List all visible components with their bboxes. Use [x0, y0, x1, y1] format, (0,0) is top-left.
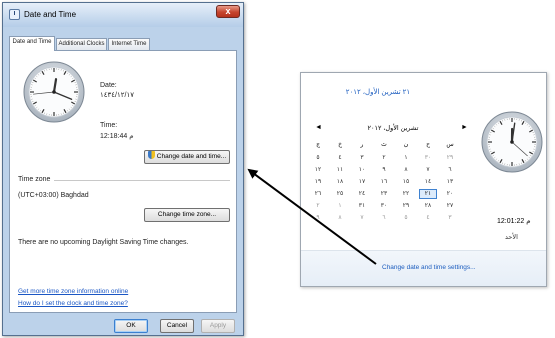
- calendar-day[interactable]: ٩: [309, 213, 327, 223]
- change-date-time-label: Change date and time...: [156, 153, 227, 160]
- ok-button[interactable]: OK: [114, 319, 148, 333]
- how-set-clock-link[interactable]: How do I set the clock and time zone?: [18, 300, 128, 307]
- change-time-zone-button[interactable]: Change time zone...: [144, 208, 230, 222]
- calendar-day[interactable]: ٨: [397, 165, 415, 175]
- calendar-day[interactable]: ٦: [375, 213, 393, 223]
- calendar-day[interactable]: ١٠: [353, 165, 371, 175]
- dialog-button-bar: OK Cancel Apply: [9, 316, 237, 335]
- calendar-day[interactable]: ١٤: [419, 177, 437, 187]
- calendar-day[interactable]: ١٥: [397, 177, 415, 187]
- calendar-day[interactable]: ١: [397, 153, 415, 163]
- timezone-divider: [54, 180, 230, 181]
- calendar-day[interactable]: ٣: [441, 213, 459, 223]
- flyout-footer: Change date and time settings...: [301, 250, 546, 286]
- calendar-day-today[interactable]: ٢١: [419, 189, 437, 199]
- time-value: 12:18:44 م: [100, 133, 134, 140]
- date-value: ١٤٣٤/١٢/١٧: [100, 92, 134, 99]
- calendar-day[interactable]: ٤: [419, 213, 437, 223]
- dialog-title: Date and Time: [24, 10, 77, 19]
- uac-shield-icon: [147, 151, 155, 159]
- calendar-day[interactable]: ١٩: [309, 177, 327, 187]
- weekday-header: س: [446, 142, 454, 148]
- apply-button[interactable]: Apply: [201, 319, 235, 333]
- calendar-day[interactable]: ٢: [309, 201, 327, 211]
- calendar-day[interactable]: ٢٩: [441, 153, 459, 163]
- calendar-day[interactable]: ٢٩: [397, 201, 415, 211]
- calendar-flyout: ٢١ تشرين الأول، ٢٠١٢ ◄ تشرين الأول، ٢٠١٢…: [300, 72, 547, 287]
- calendar-day[interactable]: ٦: [441, 165, 459, 175]
- weekday-header: ر: [360, 142, 364, 148]
- analog-clock-icon: [23, 61, 85, 123]
- flyout-date-link[interactable]: ٢١ تشرين الأول، ٢٠١٢: [313, 88, 443, 96]
- date-time-panel: Date: ١٤٣٤/١٢/١٧ Time: 12:18:44 م Change…: [9, 50, 237, 313]
- calendar-day[interactable]: ٢: [375, 153, 393, 163]
- calendar-day[interactable]: ٩: [375, 165, 393, 175]
- calendar-day[interactable]: ٢٠: [441, 189, 459, 199]
- previous-month-icon[interactable]: ◄: [315, 124, 322, 131]
- calendar-day[interactable]: ١١: [331, 165, 349, 175]
- next-month-icon[interactable]: ►: [461, 124, 468, 131]
- calendar-day[interactable]: ١٦: [375, 177, 393, 187]
- calendar-day[interactable]: ٥: [397, 213, 415, 223]
- analog-clock-icon: [481, 111, 543, 173]
- calendar-day[interactable]: ٥: [309, 153, 327, 163]
- flyout-day-name: الأحد: [505, 234, 518, 241]
- calendar-day[interactable]: ٨: [331, 213, 349, 223]
- tab-internet-time[interactable]: Internet Time: [108, 38, 150, 50]
- calendar-day[interactable]: ٢٧: [441, 201, 459, 211]
- cancel-button[interactable]: Cancel: [160, 319, 194, 333]
- calendar-day[interactable]: ٢٢: [397, 189, 415, 199]
- calendar-day[interactable]: ٤: [331, 153, 349, 163]
- close-button[interactable]: x: [216, 5, 240, 18]
- date-label: Date:: [100, 82, 117, 89]
- calendar-day[interactable]: ٢٦: [309, 189, 327, 199]
- weekday-header: ج: [316, 142, 320, 148]
- tab-date-and-time[interactable]: Date and Time: [9, 36, 55, 51]
- calendar-day[interactable]: ٣: [353, 153, 371, 163]
- change-date-time-settings-link[interactable]: Change date and time settings...: [382, 264, 476, 271]
- timezone-value: (UTC+03:00) Baghdad: [18, 192, 89, 199]
- calendar-grid: ج خ ر ث ن ح س ٥ ٤ ٣ ٢ ١ ٣٠ ٢٩ ١٢ ١١ ١٠ ٩ ٨ ٧ ٦ ١٩ ١٨ ١٧ ١…: [309, 141, 463, 225]
- tab-additional-clocks[interactable]: Additional Clocks: [56, 38, 107, 50]
- calendar-day[interactable]: ٢٤: [353, 189, 371, 199]
- weekday-header: ح: [426, 142, 430, 148]
- calendar-day[interactable]: ٣١: [353, 201, 371, 211]
- dst-message: There are no upcoming Daylight Saving Ti…: [18, 239, 189, 246]
- date-time-dialog: Date and Time x Date and Time Additional…: [2, 2, 244, 336]
- calendar-day[interactable]: ١٨: [331, 177, 349, 187]
- calendar-day[interactable]: ٧: [353, 213, 371, 223]
- calendar-day[interactable]: ٢٥: [331, 189, 349, 199]
- time-zone-info-link[interactable]: Get more time zone information online: [18, 288, 128, 295]
- change-date-time-button[interactable]: Change date and time...: [144, 150, 230, 164]
- calendar-month-title[interactable]: تشرين الأول، ٢٠١٢: [341, 124, 445, 132]
- calendar-day[interactable]: ١٧: [353, 177, 371, 187]
- calendar-day[interactable]: ١٢: [309, 165, 327, 175]
- weekday-header: ن: [403, 142, 409, 148]
- title-bar[interactable]: Date and Time x: [3, 3, 243, 27]
- clock-icon: [9, 9, 20, 20]
- calendar-day[interactable]: ٣٠: [419, 153, 437, 163]
- flyout-time: 12:01:22 م: [497, 218, 531, 225]
- calendar-day[interactable]: ٢٨: [419, 201, 437, 211]
- weekday-header: خ: [338, 142, 342, 148]
- calendar-day[interactable]: ١٣: [441, 177, 459, 187]
- calendar-day[interactable]: ١: [331, 201, 349, 211]
- calendar-day[interactable]: ٢٣: [375, 189, 393, 199]
- calendar-day[interactable]: ٧: [419, 165, 437, 175]
- timezone-label: Time zone: [18, 176, 51, 183]
- weekday-header: ث: [381, 142, 387, 148]
- calendar-day[interactable]: ٣٠: [375, 201, 393, 211]
- time-label: Time:: [100, 122, 118, 129]
